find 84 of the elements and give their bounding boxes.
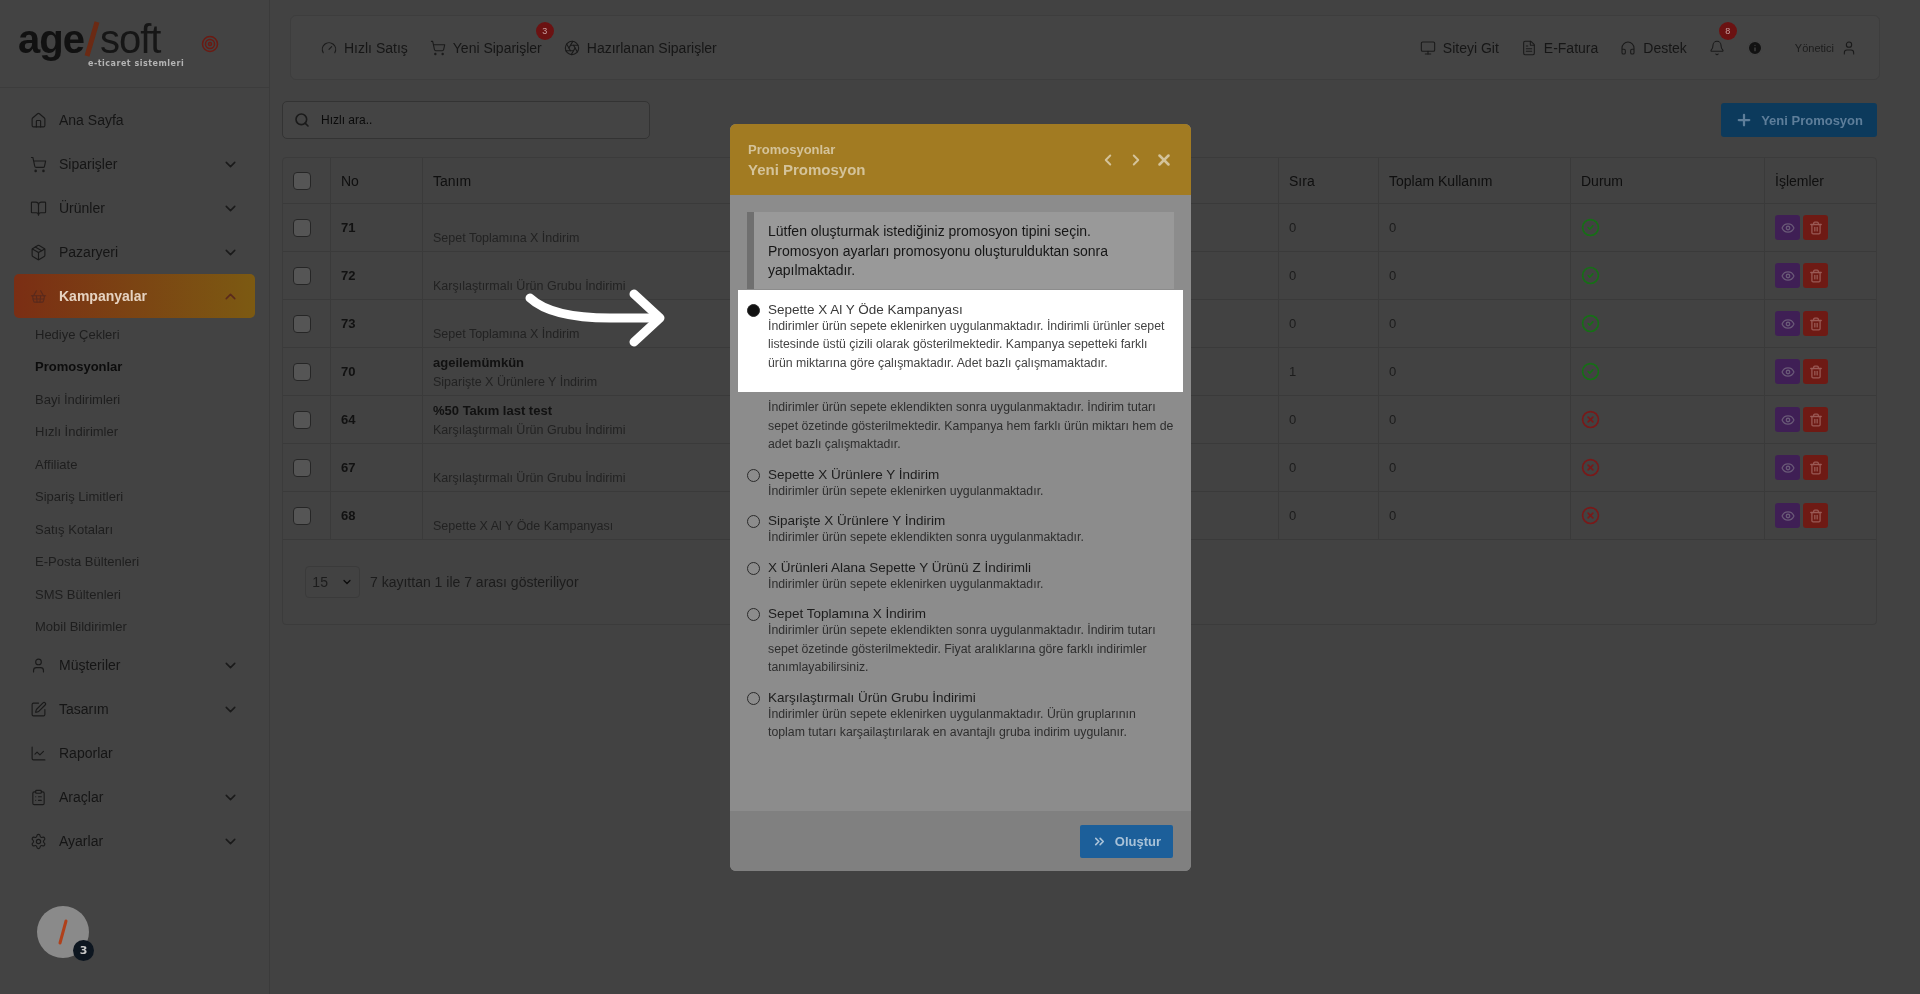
checkbox[interactable] <box>293 218 311 237</box>
basket-icon <box>30 287 47 305</box>
trash-icon <box>1808 364 1823 379</box>
search-icon <box>294 112 310 128</box>
trash-icon <box>1808 316 1823 331</box>
submenu-item[interactable]: Promosyonlar <box>14 350 255 383</box>
radio-button[interactable] <box>747 303 760 317</box>
settings-icon <box>30 832 47 850</box>
monitor-icon <box>1419 39 1436 56</box>
checkbox[interactable] <box>293 314 311 333</box>
checkbox[interactable] <box>293 171 311 190</box>
trash-icon <box>1808 268 1823 283</box>
delete-button[interactable] <box>1803 503 1828 528</box>
option-title[interactable]: Sepette X Al Y Öde Kampanyası <box>768 301 1174 317</box>
dialog-breadcrumb: Promosyonlar <box>748 141 837 157</box>
search-field[interactable]: Hızlı ara.. <box>282 101 650 139</box>
eye-icon <box>1780 412 1795 427</box>
view-button[interactable] <box>1775 407 1800 432</box>
eye-icon <box>1780 508 1795 523</box>
trash-icon <box>1808 412 1823 427</box>
clipboard-icon <box>30 788 47 806</box>
pen-icon <box>30 700 47 718</box>
eye-icon <box>1780 364 1795 379</box>
option-title[interactable]: X Ürünleri Alana Sepette Y Ürünü Z İndirimli <box>768 559 1044 575</box>
eye-icon <box>1780 316 1795 331</box>
view-button[interactable] <box>1775 311 1800 336</box>
view-button[interactable] <box>1775 263 1800 288</box>
option-title[interactable]: Siparişte X Ürünlere Y İndirim <box>768 513 1084 528</box>
view-button[interactable] <box>1775 455 1800 480</box>
eye-icon <box>1780 268 1795 283</box>
option-description: İndirimler ürün sepete eklendikten sonra uygulanmaktadır. İndirim tutarı sepet özetinde gösterilmektedir. Fiyat aralıklarına göre farklı indirimler tanımlayabilirsiniz. <box>768 622 1157 676</box>
info-notice: Lütfen oluşturmak istediğiniz promosyon tipini seçin. Promosyon ayarları promosyonu oluşturulduktan sonra yapılmaktadır. <box>747 212 1174 289</box>
user-icon <box>30 656 47 674</box>
delete-button[interactable] <box>1803 407 1828 432</box>
eye-icon <box>1780 460 1795 475</box>
box-icon <box>30 243 47 261</box>
delete-button[interactable] <box>1803 263 1828 288</box>
checkbox[interactable] <box>293 458 311 477</box>
trash-icon <box>1808 508 1823 523</box>
bell-icon[interactable] <box>1708 39 1725 56</box>
checkbox[interactable] <box>293 410 311 429</box>
document-icon <box>1520 39 1537 56</box>
view-button[interactable] <box>1775 359 1800 384</box>
count-badge: 3 <box>535 21 554 40</box>
book-icon <box>30 199 47 217</box>
headset-icon <box>1620 39 1637 56</box>
option-description: İndirimler ürün sepete eklenirken uygulanmaktadır. <box>768 482 1044 500</box>
chart-icon <box>30 744 47 762</box>
delete-button[interactable] <box>1803 359 1828 384</box>
cart-icon <box>30 155 47 173</box>
view-button[interactable] <box>1775 503 1800 528</box>
trash-icon <box>1808 460 1823 475</box>
option-description: İndirimler ürün sepete eklenirken uygulanmaktadır. <box>768 575 1044 593</box>
gauge-icon <box>321 39 337 56</box>
new-promotion-button[interactable]: Yeni Promosyon <box>1721 103 1877 137</box>
user-icon[interactable] <box>1841 39 1857 56</box>
view-button[interactable] <box>1775 215 1800 240</box>
checkbox[interactable] <box>293 266 311 285</box>
sidebar-item[interactable]: Kampanyalar <box>14 274 255 318</box>
option-description: İndirimler ürün sepete eklenirken uygulanmaktadır. İndirimli ürünler sepet listesinde üstü çizili olarak gösterilmektedir. Kampanya sepetteki farklı ürün miktarına göre çalışmaktadır. Adet bazlı çalışmamaktadır. <box>768 317 1166 372</box>
slash-icon <box>83 20 100 58</box>
dialog-title: Yeni Promosyon <box>748 160 867 178</box>
delete-button[interactable] <box>1803 455 1828 480</box>
option-title[interactable]: Karşılaştırmalı Ürün Grubu İndirimi <box>768 689 1174 705</box>
delete-button[interactable] <box>1803 215 1828 240</box>
aperture-icon <box>563 39 580 56</box>
option-title[interactable]: Sepette X Ürünlere Y İndirim <box>768 466 1044 482</box>
checkbox[interactable] <box>293 506 311 525</box>
cart-icon <box>429 39 446 56</box>
info-icon[interactable] <box>1746 39 1763 56</box>
trash-icon <box>1808 220 1823 235</box>
delete-button[interactable] <box>1803 311 1828 336</box>
option-title[interactable]: Sepet Toplamına X İndirim <box>768 606 1174 621</box>
checkbox[interactable] <box>293 362 311 381</box>
option-description: İndirimler ürün sepete eklendikten sonra uygulanmaktadır. İndirim tutarı sepet özetinde gösterilmektedir. Kampanya hem farklı ürün miktarı hem de adet bazlı çalışmaktadır. <box>768 399 1174 453</box>
target-icon[interactable] <box>201 34 219 53</box>
home-icon <box>30 111 47 129</box>
option-description: İndirimler ürün sepete eklendikten sonra uygulanmaktadır. <box>768 529 1084 546</box>
create-button[interactable]: Oluştur <box>1079 824 1173 858</box>
count-badge: 8 <box>1718 21 1737 40</box>
logo-tagline: e-ticaret sistemleri <box>88 59 185 68</box>
option-description: İndirimler ürün sepete eklenirken uygulanmaktadır. Ürün gruplarının toplam tutarı karşailaştırılarak en avantajlı gruba indirim uygulanır. <box>768 705 1137 741</box>
eye-icon <box>1780 220 1795 235</box>
pen-stroke-icon <box>58 919 68 945</box>
